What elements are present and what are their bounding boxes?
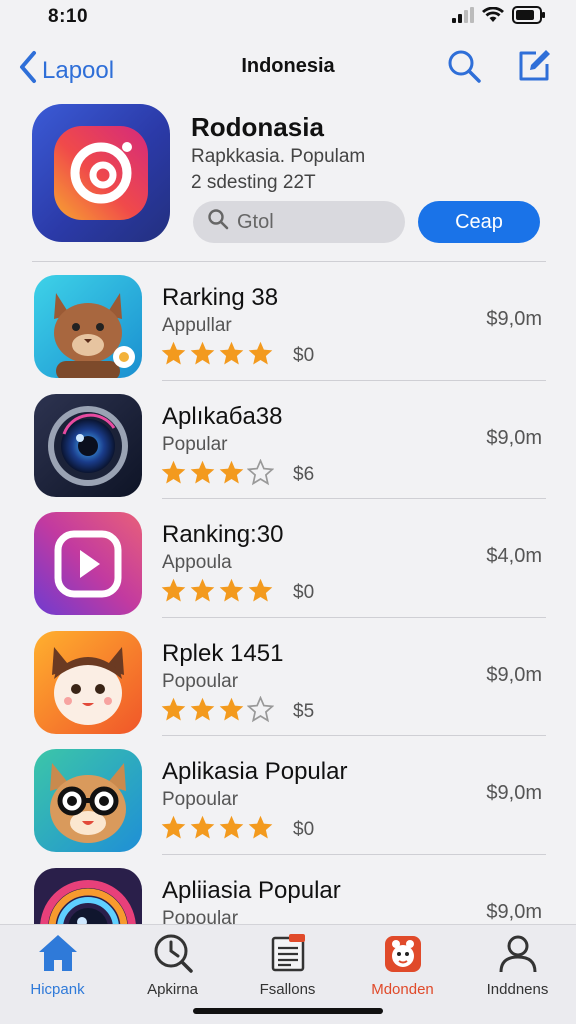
home-indicator[interactable] — [193, 1008, 383, 1014]
battery-icon — [512, 5, 546, 29]
search-field[interactable]: Gtol — [193, 201, 405, 243]
star-filled-icon — [161, 578, 186, 602]
instagram-style-icon[interactable] — [32, 104, 170, 242]
star-filled-icon — [161, 815, 186, 839]
tab-mdonden[interactable]: Mdonden — [345, 931, 460, 998]
star-filled-icon — [161, 341, 186, 365]
mascot-icon — [345, 931, 460, 975]
star-filled-icon — [248, 815, 273, 839]
star-rating — [160, 577, 274, 604]
compose-button[interactable] — [516, 48, 552, 84]
back-button[interactable]: Lapool — [18, 50, 114, 91]
list-item[interactable]: Rarking 38 Appullar $0 $9,0m — [0, 262, 576, 381]
star-filled-icon — [190, 341, 215, 365]
app-value: $9,0m — [486, 426, 542, 449]
app-title: Rplek 1451 — [162, 639, 284, 667]
clock-search-icon — [115, 931, 230, 975]
featured-subtitle: Rapkkasia. Populam — [191, 146, 366, 167]
app-category: Popoular — [162, 670, 239, 692]
camera-lens-icon — [34, 393, 142, 497]
list-item[interactable]: Aplikasia Popular Popoular $0 $9,0m — [0, 736, 576, 855]
app-price: $0 — [293, 819, 315, 840]
search-icon — [448, 50, 481, 83]
wifi-icon — [482, 6, 504, 28]
tab-label: Fsallons — [259, 981, 316, 998]
app-price: $5 — [293, 700, 315, 722]
star-filled-icon — [190, 460, 215, 484]
status-bar: 8:10 — [0, 0, 576, 34]
chevron-left-icon — [18, 50, 38, 91]
tab-inddnens[interactable]: Inddnens — [460, 931, 575, 998]
tab-home[interactable]: Hicpank — [0, 931, 115, 998]
get-button[interactable]: Ceap — [418, 201, 540, 243]
app-title: Aplikasia Popular — [162, 758, 348, 785]
star-rating — [160, 695, 274, 723]
tab-label: Mdonden — [371, 981, 434, 998]
person-icon — [460, 931, 575, 975]
nav-bar: Lapool Indonesia — [0, 40, 576, 94]
cat-glasses-icon — [34, 749, 142, 852]
document-icon — [230, 931, 345, 975]
star-filled-icon — [219, 578, 244, 602]
home-icon — [0, 931, 115, 975]
back-label: Lapool — [42, 56, 115, 84]
app-category: Popular — [162, 433, 228, 455]
featured-app: Rodonasia Rapkkasia. Populam 2 sdesting … — [32, 104, 552, 254]
app-price: $0 — [293, 345, 315, 366]
status-icons — [452, 5, 546, 29]
star-filled-icon — [190, 815, 215, 839]
featured-meta: 2 sdesting 22T — [191, 172, 316, 193]
app-category: Appullar — [162, 315, 232, 336]
app-value: $9,0m — [486, 663, 542, 686]
star-filled-icon — [190, 697, 215, 721]
star-outline-icon — [247, 695, 274, 722]
star-filled-icon — [219, 341, 244, 365]
featured-title: Rodonasia — [191, 112, 324, 142]
play-icon — [34, 512, 142, 615]
app-title: Apliiasia Popular — [162, 876, 341, 904]
search-button[interactable] — [446, 48, 482, 84]
app-title: Rarking 38 — [162, 284, 279, 311]
star-rating — [160, 340, 274, 367]
app-value: $9,0m — [486, 308, 542, 330]
star-filled-icon — [219, 815, 244, 839]
compose-icon — [519, 50, 550, 81]
signal-icon — [452, 6, 474, 28]
star-filled-icon — [161, 460, 186, 484]
star-outline-icon — [247, 458, 274, 485]
app-title: Ranking:30 — [162, 521, 284, 548]
app-value: $4,0m — [486, 545, 542, 567]
star-filled-icon — [219, 460, 244, 484]
search-icon — [207, 208, 229, 236]
tab-label: Hicpank — [30, 981, 85, 998]
status-time: 8:10 — [48, 6, 89, 27]
app-title: Aplıkaбa38 — [162, 402, 283, 430]
app-category: Appoula — [162, 552, 232, 573]
cat-avatar-icon — [34, 275, 142, 378]
app-price: $0 — [293, 582, 315, 603]
tab-apkirna[interactable]: Apkirna — [115, 931, 230, 998]
app-price: $6 — [293, 463, 315, 485]
list-item[interactable]: Rplek 1451 Popoular $5 $9,0m — [0, 618, 576, 736]
star-rating — [160, 458, 274, 486]
search-placeholder: Gtol — [237, 210, 274, 233]
list-item[interactable]: Aplıkaбa38 Popular $6 $9,0m — [0, 381, 576, 499]
list-item[interactable]: Ranking:30 Appoula $0 $4,0m — [0, 499, 576, 618]
tab-fsallons[interactable]: Fsallons — [230, 931, 345, 998]
app-value: $9,0m — [486, 782, 542, 804]
star-filled-icon — [161, 697, 186, 721]
tab-label: Apkirna — [147, 981, 198, 998]
cat-face-icon — [34, 630, 142, 734]
star-filled-icon — [219, 697, 244, 721]
app-list: Rarking 38 Appullar $0 $9,0m Aplıkaбa38 — [0, 262, 576, 973]
star-filled-icon — [248, 341, 273, 365]
app-value: $9,0m — [486, 900, 542, 923]
star-rating — [160, 814, 274, 841]
tab-label: Inddnens — [486, 981, 549, 998]
star-filled-icon — [248, 578, 273, 602]
star-filled-icon — [190, 578, 215, 602]
app-category: Popoular — [162, 789, 239, 810]
